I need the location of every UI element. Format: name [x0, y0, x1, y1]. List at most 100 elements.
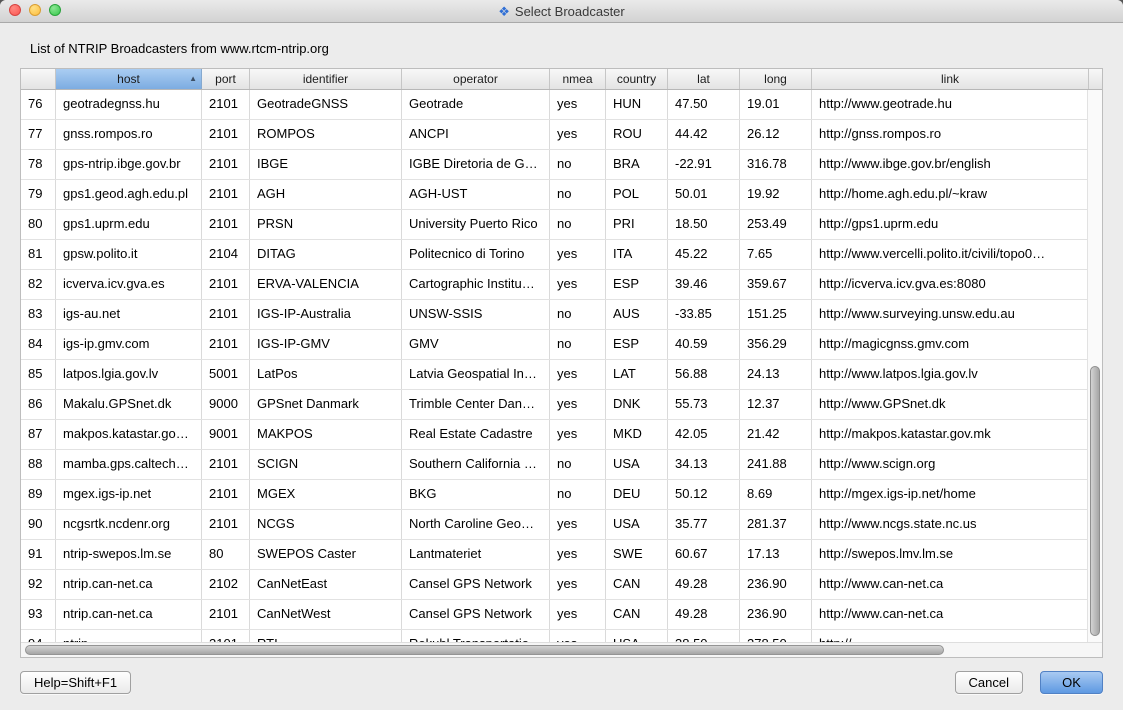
cell-port: 2101	[202, 300, 250, 329]
cell-row-number: 83	[21, 300, 56, 329]
cell-nmea: no	[550, 480, 606, 509]
horizontal-scrollbar-thumb[interactable]	[25, 645, 944, 655]
column-header-lat[interactable]: lat	[668, 69, 740, 89]
cell-long: 241.88	[740, 450, 812, 479]
cell-operator: Lantmateriet	[402, 540, 550, 569]
vertical-scrollbar[interactable]	[1087, 90, 1102, 642]
cell-link: http://…	[812, 630, 1089, 642]
cell-port: 9001	[202, 420, 250, 449]
cell-row-number: 86	[21, 390, 56, 419]
table-row[interactable]: 82icverva.icv.gva.es2101ERVA-VALENCIACar…	[21, 270, 1089, 300]
cell-host: mgex.igs-ip.net	[56, 480, 202, 509]
column-header-long[interactable]: long	[740, 69, 812, 89]
cell-row-number: 79	[21, 180, 56, 209]
column-header-operator[interactable]: operator	[402, 69, 550, 89]
horizontal-scrollbar[interactable]	[21, 642, 1102, 657]
table-row[interactable]: 78gps-ntrip.ibge.gov.br2101IBGEIGBE Dire…	[21, 150, 1089, 180]
cell-port: 2101	[202, 180, 250, 209]
cell-lat: 49.28	[668, 600, 740, 629]
help-button[interactable]: Help=Shift+F1	[20, 671, 131, 694]
cell-lat: -33.85	[668, 300, 740, 329]
cell-lat: 38.50	[668, 630, 740, 642]
table-row[interactable]: 89mgex.igs-ip.net2101MGEXBKGnoDEU50.128.…	[21, 480, 1089, 510]
cell-operator: AGH-UST	[402, 180, 550, 209]
cell-port: 9000	[202, 390, 250, 419]
column-header-identifier[interactable]: identifier	[250, 69, 402, 89]
table-row[interactable]: 79gps1.geod.agh.edu.pl2101AGHAGH-USTnoPO…	[21, 180, 1089, 210]
cell-lat: 50.01	[668, 180, 740, 209]
cell-operator: Rokubl Transportatio…	[402, 630, 550, 642]
cell-operator: University Puerto Rico	[402, 210, 550, 239]
table-row[interactable]: 84igs-ip.gmv.com2101IGS-IP-GMVGMVnoESP40…	[21, 330, 1089, 360]
title-bar[interactable]: ❖ Select Broadcaster	[0, 0, 1123, 23]
table-row[interactable]: 83igs-au.net2101IGS-IP-AustraliaUNSW-SSI…	[21, 300, 1089, 330]
cell-lat: 45.22	[668, 240, 740, 269]
table-row[interactable]: 90ncgsrtk.ncdenr.org2101NCGSNorth Caroli…	[21, 510, 1089, 540]
cell-lat: 60.67	[668, 540, 740, 569]
table-row[interactable]: 77gnss.rompos.ro2101ROMPOSANCPIyesROU44.…	[21, 120, 1089, 150]
cell-identifier: NCGS	[250, 510, 402, 539]
cell-lat: 34.13	[668, 450, 740, 479]
cell-lat: 44.42	[668, 120, 740, 149]
cell-identifier: SWEPOS Caster	[250, 540, 402, 569]
cell-country: USA	[606, 510, 668, 539]
vertical-scrollbar-thumb[interactable]	[1090, 366, 1100, 636]
cell-long: 24.13	[740, 360, 812, 389]
table-row[interactable]: 92ntrip.can-net.ca2102CanNetEastCansel G…	[21, 570, 1089, 600]
cell-lat: -22.91	[668, 150, 740, 179]
cell-row-number: 82	[21, 270, 56, 299]
column-header-country[interactable]: country	[606, 69, 668, 89]
column-header-nmea[interactable]: nmea	[550, 69, 606, 89]
cell-host: latpos.lgia.gov.lv	[56, 360, 202, 389]
cell-lat: 47.50	[668, 90, 740, 119]
column-header-host[interactable]: host▲	[56, 69, 202, 89]
column-header-label: host	[117, 72, 140, 86]
cell-row-number: 78	[21, 150, 56, 179]
cell-nmea: no	[550, 180, 606, 209]
cell-row-number: 80	[21, 210, 56, 239]
cell-link: http://www.GPSnet.dk	[812, 390, 1089, 419]
table-row[interactable]: 94ntrip…2101RTI…Rokubl Transportatio…yes…	[21, 630, 1089, 642]
table-row[interactable]: 81gpsw.polito.it2104DITAGPolitecnico di …	[21, 240, 1089, 270]
cell-identifier: PRSN	[250, 210, 402, 239]
cell-country: POL	[606, 180, 668, 209]
cell-row-number: 94	[21, 630, 56, 642]
column-header-label: lat	[697, 72, 710, 86]
table-row[interactable]: 85latpos.lgia.gov.lv5001LatPosLatvia Geo…	[21, 360, 1089, 390]
table-row[interactable]: 86Makalu.GPSnet.dk9000GPSnet DanmarkTrim…	[21, 390, 1089, 420]
column-header-label: port	[215, 72, 236, 86]
cell-country: ESP	[606, 270, 668, 299]
cell-nmea: yes	[550, 510, 606, 539]
ok-button[interactable]: OK	[1040, 671, 1103, 694]
cell-host: Makalu.GPSnet.dk	[56, 390, 202, 419]
title-area: ❖ Select Broadcaster	[0, 0, 1123, 22]
cell-link: http://swepos.lmv.lm.se	[812, 540, 1089, 569]
cell-long: 236.90	[740, 600, 812, 629]
cell-nmea: yes	[550, 420, 606, 449]
cell-operator: UNSW-SSIS	[402, 300, 550, 329]
cell-identifier: MAKPOS	[250, 420, 402, 449]
cell-host: gps1.geod.agh.edu.pl	[56, 180, 202, 209]
cell-port: 2101	[202, 450, 250, 479]
cell-country: ITA	[606, 240, 668, 269]
column-header-row-number[interactable]	[21, 69, 56, 89]
cancel-button[interactable]: Cancel	[955, 671, 1023, 694]
cell-host: icverva.icv.gva.es	[56, 270, 202, 299]
table-row[interactable]: 88mamba.gps.caltech…2101SCIGNSouthern Ca…	[21, 450, 1089, 480]
cell-host: gps-ntrip.ibge.gov.br	[56, 150, 202, 179]
cell-port: 2101	[202, 150, 250, 179]
column-header-link[interactable]: link	[812, 69, 1089, 89]
cell-host: makpos.katastar.go…	[56, 420, 202, 449]
table-row[interactable]: 80gps1.uprm.edu2101PRSNUniversity Puerto…	[21, 210, 1089, 240]
cell-long: 19.01	[740, 90, 812, 119]
cell-host: ntrip…	[56, 630, 202, 642]
column-header-port[interactable]: port	[202, 69, 250, 89]
table-row[interactable]: 91ntrip-swepos.lm.se80SWEPOS CasterLantm…	[21, 540, 1089, 570]
cell-long: 236.90	[740, 570, 812, 599]
table-row[interactable]: 87makpos.katastar.go…9001MAKPOSReal Esta…	[21, 420, 1089, 450]
table-row[interactable]: 76geotradegnss.hu2101GeotradeGNSSGeotrad…	[21, 90, 1089, 120]
cell-operator: Cansel GPS Network	[402, 570, 550, 599]
cell-country: SWE	[606, 540, 668, 569]
cell-port: 2102	[202, 570, 250, 599]
table-row[interactable]: 93ntrip.can-net.ca2101CanNetWestCansel G…	[21, 600, 1089, 630]
